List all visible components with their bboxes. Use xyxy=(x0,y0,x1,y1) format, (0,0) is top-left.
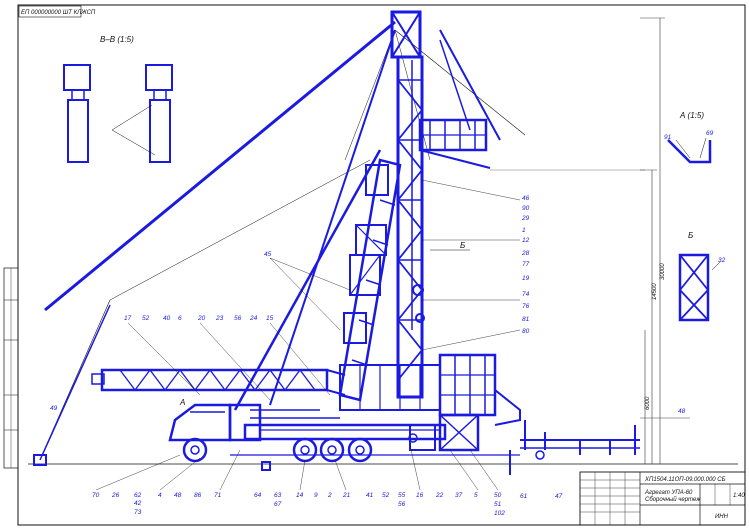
label-50: 50 xyxy=(494,492,502,499)
label-41: 41 xyxy=(366,492,374,499)
callouts-bottom: 70 26 62 42 73 4 48 86 71 64 63 67 14 9 … xyxy=(92,444,505,517)
label-20: 20 xyxy=(197,315,206,322)
label-28: 28 xyxy=(521,250,530,257)
height-dimensions: 30000 14500 6000 xyxy=(490,17,666,464)
label-56-b: 56 xyxy=(398,501,406,508)
label-55: 55 xyxy=(398,492,406,499)
horizontal-boom xyxy=(91,368,346,396)
lower-platform xyxy=(339,353,521,452)
detail-view-a: А (1:5) 91 69 xyxy=(664,111,714,164)
label-29: 29 xyxy=(521,215,530,222)
doc-number: ХП1504.11ОП-09.000.000 СБ xyxy=(644,477,726,483)
label-23: 23 xyxy=(215,315,224,322)
label-22: 22 xyxy=(435,492,444,499)
label-62: 62 xyxy=(134,492,142,499)
view-a-title: А (1:5) xyxy=(679,111,704,120)
label-63: 63 xyxy=(274,492,282,499)
title-line1: Агрегат УПА-60 xyxy=(644,490,693,496)
label-9: 9 xyxy=(314,492,318,499)
title-line2: Сборочный чертеж xyxy=(645,496,701,503)
label-49: 49 xyxy=(50,405,58,412)
label-102: 102 xyxy=(494,510,505,517)
label-90: 90 xyxy=(522,205,530,212)
stamp-code: ЕП 000000000 ШТ КЛЖСП xyxy=(21,10,96,16)
label-70: 70 xyxy=(92,492,100,499)
label-74: 74 xyxy=(522,291,530,298)
label-19: 19 xyxy=(522,275,530,282)
label-21: 21 xyxy=(342,492,351,499)
mark-a: А xyxy=(179,398,185,407)
label-80: 80 xyxy=(522,328,530,335)
label-26: 26 xyxy=(111,492,120,499)
label-16: 16 xyxy=(416,492,424,499)
main-guys xyxy=(39,20,501,461)
upper-platform xyxy=(418,118,491,169)
title-block: ХП1504.11ОП-09.000.000 СБ Агрегат УПА-60… xyxy=(579,471,746,526)
label-32: 32 xyxy=(718,257,726,264)
callouts-right: 46 90 29 1 12 28 77 19 74 76 81 80 48 47… xyxy=(421,179,690,500)
label-4: 4 xyxy=(158,492,162,499)
dim-height-total: 30000 xyxy=(660,263,666,280)
derrick-mast xyxy=(390,10,425,399)
label-69: 69 xyxy=(706,130,714,137)
label-52-top: 52 xyxy=(142,315,150,322)
label-12: 12 xyxy=(522,237,530,244)
sheet-scale: 1:40 xyxy=(733,493,745,499)
label-37: 37 xyxy=(455,492,463,499)
label-17: 17 xyxy=(124,315,132,322)
section-view-bb: В–В (1:5) xyxy=(63,35,173,163)
stamp-box: ЕП 000000000 ШТ КЛЖСП xyxy=(18,5,96,18)
label-40: 40 xyxy=(163,315,171,322)
ground-anchors xyxy=(33,454,271,471)
label-42: 42 xyxy=(134,500,142,507)
label-6: 6 xyxy=(178,315,182,322)
label-91: 91 xyxy=(664,134,672,141)
view-bb-title: В–В (1:5) xyxy=(100,35,134,44)
label-5: 5 xyxy=(474,492,478,499)
label-61: 61 xyxy=(520,493,528,500)
truck xyxy=(168,403,447,463)
label-67: 67 xyxy=(274,501,282,508)
label-76: 76 xyxy=(522,303,530,310)
label-45: 45 xyxy=(264,251,272,258)
label-14: 14 xyxy=(296,492,304,499)
label-64: 64 xyxy=(254,492,262,499)
view-b-title: Б xyxy=(688,231,693,240)
dim-height-mid: 14500 xyxy=(652,283,658,300)
label-81: 81 xyxy=(522,316,530,323)
assembly-drawing: ЕП 000000000 ШТ КЛЖСП 30000 14500 6000 В… xyxy=(3,4,746,526)
label-24: 24 xyxy=(249,315,258,322)
label-51: 51 xyxy=(494,501,502,508)
label-2: 2 xyxy=(327,492,332,499)
label-46: 46 xyxy=(522,195,530,202)
detail-view-b: Б 32 xyxy=(678,231,726,322)
label-71: 71 xyxy=(214,492,222,499)
callouts-top: 17 52 40 6 20 23 56 24 15 45 49 xyxy=(50,251,351,412)
label-1: 1 xyxy=(522,227,526,234)
label-77: 77 xyxy=(522,261,530,268)
dim-height-low: 6000 xyxy=(645,396,651,410)
label-73: 73 xyxy=(134,509,142,516)
label-15: 15 xyxy=(266,315,274,322)
org-code: ИНН xyxy=(715,514,729,520)
mark-b: Б xyxy=(460,241,465,250)
label-48: 48 xyxy=(678,408,686,415)
label-56-top: 56 xyxy=(234,315,242,322)
label-52-b: 52 xyxy=(382,492,390,499)
label-47: 47 xyxy=(555,493,563,500)
label-48-b: 48 xyxy=(174,492,182,499)
label-86: 86 xyxy=(194,492,202,499)
